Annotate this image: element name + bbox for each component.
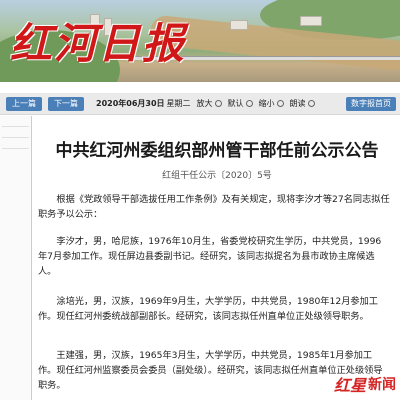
article-paragraph: 李汐才，男，哈尼族，1976年10月生，省委党校研究生学历，中共党员，1996年… <box>38 236 382 277</box>
zoom-default-icon <box>245 100 253 107</box>
article-body: 中共红河州委组织部州管干部任前公示公告 红组干任公示〔2020〕5号 根据《党政… <box>38 116 396 400</box>
listen-label: 朗读 <box>289 99 306 108</box>
newspaper-logo[interactable]: 红河日报 <box>10 10 186 71</box>
watermark: 红星 新闻 <box>334 372 396 396</box>
issue-weekday: 星期二 <box>166 99 191 108</box>
zoom-in-label: 放大 <box>196 99 213 108</box>
zoom-default-label: 默认 <box>227 99 244 108</box>
prev-article-button[interactable]: 上一篇 <box>6 96 42 111</box>
listen-button[interactable]: 朗读 <box>290 98 315 109</box>
banner-building <box>300 16 322 26</box>
zoom-default-button[interactable]: 默认 <box>228 98 253 109</box>
article-paragraph: 根据《党政领导干部选拔任用工作条例》及有关规定，现将李汐才等27名同志拟任职务予… <box>38 194 390 220</box>
zoom-out-icon <box>276 100 284 107</box>
issue-date: 2020年06月30日 <box>96 99 165 108</box>
reader-toolbar: 上一篇 下一篇 2020年06月30日 星期二 放大 默认 缩小 朗读 数字报首… <box>0 93 400 115</box>
zoom-out-label: 缩小 <box>258 99 275 108</box>
watermark-text: 新闻 <box>368 377 396 393</box>
watermark-logo: 红星 <box>333 376 366 395</box>
digital-paper-home-button[interactable]: 数字报首页 <box>346 97 396 111</box>
next-article-button[interactable]: 下一篇 <box>48 96 84 111</box>
article-title: 中共红河州委组织部州管干部任前公示公告 <box>55 141 379 161</box>
divider <box>2 148 29 149</box>
left-column-strip <box>0 116 32 400</box>
banner-building <box>230 20 248 30</box>
masthead-banner: 红河日报 <box>0 0 400 82</box>
zoom-out-button[interactable]: 缩小 <box>259 98 284 109</box>
zoom-in-button[interactable]: 放大 <box>197 98 222 109</box>
divider <box>2 126 29 127</box>
zoom-in-icon <box>214 100 222 107</box>
divider <box>2 137 29 138</box>
document-number: 红组干任公示〔2020〕5号 <box>162 171 272 181</box>
article-paragraph: 涂培光，男，汉族，1969年9月生，大学学历，中共党员，1980年12月参加工作… <box>38 296 378 322</box>
speaker-icon <box>307 100 315 107</box>
